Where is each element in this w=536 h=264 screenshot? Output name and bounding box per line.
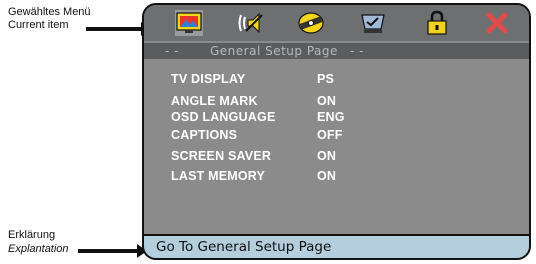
page-title-row: - - General Setup Page - - <box>144 43 529 59</box>
explanation-bar: Go To General Setup Page <box>144 234 529 258</box>
title-dashes-right: - - <box>350 44 364 58</box>
osd-panel: - - General Setup Page - - TV DISPLAY PS… <box>142 3 531 260</box>
padlock-icon[interactable] <box>423 10 451 36</box>
menu-item-screen-saver-value: ON <box>317 149 337 163</box>
annotation-arrow-explanation <box>78 244 147 258</box>
title-dashes-left: - - <box>165 44 179 58</box>
menu-item-osd-language-label[interactable]: OSD LANGUAGE <box>171 110 276 124</box>
annotation-explanation-en: Explantation <box>8 243 69 255</box>
annotation-explanation-de: Erklärung <box>8 229 56 241</box>
close-x-icon[interactable] <box>483 10 511 36</box>
menu-item-screen-saver-label[interactable]: SCREEN SAVER <box>171 149 271 163</box>
icon-bar <box>144 5 529 41</box>
menu-item-tv-display-value: PS <box>317 72 335 86</box>
annotation-current-item-en: Current item <box>8 19 69 31</box>
menu-item-last-memory-label[interactable]: LAST MEMORY <box>171 169 265 183</box>
monitor-check-icon[interactable] <box>359 10 387 36</box>
menu-item-tv-display-label[interactable]: TV DISPLAY <box>171 72 245 86</box>
annotation-arrow-current-item <box>86 22 151 36</box>
tv-display-icon[interactable] <box>175 10 203 36</box>
disc-film-icon[interactable] <box>297 10 325 36</box>
menu-item-captions-label[interactable]: CAPTIONS <box>171 128 237 142</box>
menu-item-osd-language-value: ENG <box>317 110 345 124</box>
menu-item-last-memory-value: ON <box>317 169 337 183</box>
explanation-text: Go To General Setup Page <box>156 239 332 255</box>
menu-item-captions-value: OFF <box>317 128 343 142</box>
audio-speaker-icon[interactable] <box>237 10 265 36</box>
annotation-current-item-de: Gewähltes Menü <box>8 6 91 18</box>
menu-item-angle-mark-value: ON <box>317 94 337 108</box>
page-title: General Setup Page <box>210 44 338 58</box>
menu-item-angle-mark-label[interactable]: ANGLE MARK <box>171 94 258 108</box>
